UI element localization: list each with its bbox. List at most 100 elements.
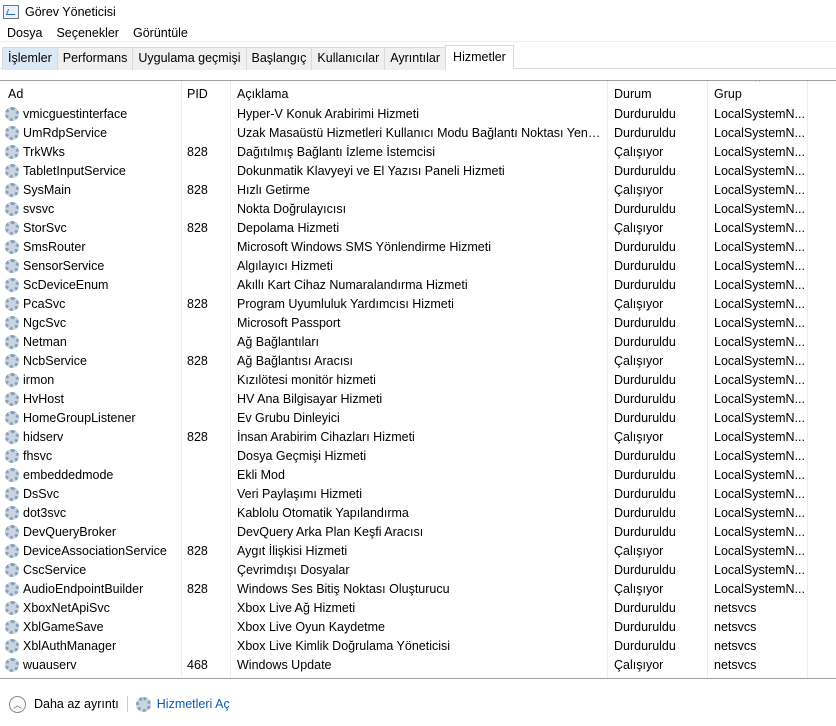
service-pid: 828 xyxy=(187,297,208,311)
table-row[interactable]: XblGameSave Xbox Live Oyun Kaydetme Durdur… xyxy=(0,618,836,637)
service-gear-icon xyxy=(5,544,19,558)
service-gear-icon xyxy=(5,525,19,539)
task-manager-icon xyxy=(3,5,19,19)
open-services-link[interactable]: Hizmetleri Aç xyxy=(157,697,230,711)
table-row[interactable]: SensorService Algılayıcı Hizmeti Durduruld… xyxy=(0,257,836,276)
service-description: Akıllı Kart Cihaz Numaralandırma Hizmeti xyxy=(237,278,468,292)
table-row[interactable]: SysMain 828 Hızlı Getirme Çalışıyor LocalSys… xyxy=(0,181,836,200)
table-row[interactable]: NgcSvc Microsoft Passport Durduruldu LocalS… xyxy=(0,314,836,333)
table-row[interactable]: XblAuthManager Xbox Live Kimlik Doğrulama… xyxy=(0,637,836,656)
service-name: UmRdpService xyxy=(23,126,108,140)
table-row[interactable]: DevQueryBroker DevQuery Arka Plan Keşfi A… xyxy=(0,523,836,542)
table-row[interactable]: fhsvc Dosya Geçmişi Hizmeti Durduruldu Loca… xyxy=(0,447,836,466)
service-name: hidserv xyxy=(23,430,64,444)
table-row[interactable]: dot3svc Kablolu Otomatik Yapılandırma Durd… xyxy=(0,504,836,523)
table-row[interactable]: vmicguestinterface Hyper-V Konuk Arabirim… xyxy=(0,105,836,124)
table-row[interactable]: ScDeviceEnum Akıllı Kart Cihaz Numaraland… xyxy=(0,276,836,295)
table-row[interactable]: wuauserv 468 Windows Update Çalışıyor netsvc… xyxy=(0,656,836,675)
service-group: LocalSystemN... xyxy=(714,373,806,387)
service-description: Microsoft Windows SMS Yönlendirme Hizmet… xyxy=(237,240,492,254)
table-row[interactable]: hidserv 828 İnsan Arabirim Cihazları Hizme… xyxy=(0,428,836,447)
tab-details[interactable]: Ayrıntılar xyxy=(384,47,447,70)
service-name: TrkWks xyxy=(23,145,65,159)
service-name: HomeGroupListener xyxy=(23,411,136,425)
service-pid: 468 xyxy=(187,658,208,672)
service-status: Durduruldu xyxy=(614,373,676,387)
menu-view[interactable]: Görüntüle xyxy=(126,24,195,42)
table-row[interactable]: HomeGroupListener Ev Grubu Dinleyici Durdu… xyxy=(0,409,836,428)
table-row[interactable]: embeddedmode Ekli Mod Durduruldu LocalSyste… xyxy=(0,466,836,485)
service-name: SensorService xyxy=(23,259,105,273)
tab-performance[interactable]: Performans xyxy=(56,47,134,70)
service-group: LocalSystemN... xyxy=(714,259,806,273)
service-group: LocalSystemN... xyxy=(714,145,806,159)
service-name: wuauserv xyxy=(23,658,77,672)
service-name: svsvc xyxy=(23,202,55,216)
service-gear-icon xyxy=(5,164,19,178)
service-status: Durduruldu xyxy=(614,240,676,254)
service-status: Çalışıyor xyxy=(614,183,664,197)
service-name: XblGameSave xyxy=(23,620,104,634)
service-gear-icon xyxy=(5,183,19,197)
service-gear-icon xyxy=(5,297,19,311)
table-row[interactable]: SmsRouter Microsoft Windows SMS Yönlendir… xyxy=(0,238,836,257)
service-description: Algılayıcı Hizmeti xyxy=(237,259,333,273)
table-row[interactable]: CscService Çevrimdışı Dosyalar Durduruldu L… xyxy=(0,561,836,580)
service-group: LocalSystemN... xyxy=(714,430,806,444)
table-row[interactable]: AudioEndpointBuilder 828 Windows Ses Bitiş… xyxy=(0,580,836,599)
table-row[interactable]: DeviceAssociationService 828 Aygıt İlişkis… xyxy=(0,542,836,561)
table-row[interactable]: svsvc Nokta Doğrulayıcısı Durduruldu LocalS… xyxy=(0,200,836,219)
footer: ︿ Daha az ayrıntı Hizmetleri Aç xyxy=(0,692,230,716)
service-group: LocalSystemN... xyxy=(714,449,806,463)
table-row[interactable]: irmon Kızılötesi monitör hizmeti Durduruld… xyxy=(0,371,836,390)
table-row[interactable]: Netman Ağ Bağlantıları Durduruldu LocalSyst… xyxy=(0,333,836,352)
table-row[interactable]: TrkWks 828 Dağıtılmış Bağlantı İzleme İste… xyxy=(0,143,836,162)
menu-options[interactable]: Seçenekler xyxy=(49,24,126,42)
services-table: Ad PID Açıklama Durum Grup ^ vmicguestin… xyxy=(0,80,836,679)
service-group: LocalSystemN... xyxy=(714,164,806,178)
column-header-pid[interactable]: PID xyxy=(187,87,208,101)
chevron-up-icon[interactable]: ︿ xyxy=(9,695,26,713)
service-status: Çalışıyor xyxy=(614,658,664,672)
tab-processes[interactable]: İşlemler xyxy=(2,47,58,70)
table-row[interactable]: NcbService 828 Ağ Bağlantısı Aracısı Çalışı… xyxy=(0,352,836,371)
service-status: Çalışıyor xyxy=(614,354,664,368)
column-header-name[interactable]: Ad xyxy=(8,87,23,101)
table-body: vmicguestinterface Hyper-V Konuk Arabirim… xyxy=(0,105,836,675)
service-group: LocalSystemN... xyxy=(714,563,806,577)
divider xyxy=(126,696,128,712)
column-header-status[interactable]: Durum xyxy=(614,87,652,101)
service-group: LocalSystemN... xyxy=(714,506,806,520)
tab-services[interactable]: Hizmetler xyxy=(445,45,514,70)
table-row[interactable]: TabletInputService Dokunmatik Klavyeyi ve… xyxy=(0,162,836,181)
service-group: LocalSystemN... xyxy=(714,487,806,501)
table-row[interactable]: PcaSvc 828 Program Uyumluluk Yardımcısı Hi… xyxy=(0,295,836,314)
column-header-description[interactable]: Açıklama xyxy=(237,87,288,101)
table-row[interactable]: StorSvc 828 Depolama Hizmeti Çalışıyor Local… xyxy=(0,219,836,238)
service-gear-icon xyxy=(5,145,19,159)
tab-startup[interactable]: Başlangıç xyxy=(245,47,313,70)
service-gear-icon xyxy=(5,506,19,520)
table-row[interactable]: XboxNetApiSvc Xbox Live Ağ Hizmeti Durduru… xyxy=(0,599,836,618)
service-name: embeddedmode xyxy=(23,468,114,482)
table-row[interactable]: DsSvc Veri Paylaşımı Hizmeti Durduruldu Loc… xyxy=(0,485,836,504)
table-row[interactable]: HvHost HV Ana Bilgisayar Hizmeti Durduruld… xyxy=(0,390,836,409)
service-gear-icon xyxy=(5,430,19,444)
tab-users[interactable]: Kullanıcılar xyxy=(311,47,386,70)
menu-file[interactable]: Dosya xyxy=(0,24,49,42)
service-description: İnsan Arabirim Cihazları Hizmeti xyxy=(237,430,415,444)
table-row[interactable]: UmRdpService Uzak Masaüstü Hizmetleri Kul… xyxy=(0,124,836,143)
table-header: Ad PID Açıklama Durum Grup ^ xyxy=(0,81,836,105)
service-description: Veri Paylaşımı Hizmeti xyxy=(237,487,363,501)
column-header-group[interactable]: Grup xyxy=(714,87,742,101)
service-name: CscService xyxy=(23,563,87,577)
service-status: Çalışıyor xyxy=(614,145,664,159)
service-group: LocalSystemN... xyxy=(714,297,806,311)
fewer-details-button[interactable]: Daha az ayrıntı xyxy=(34,697,119,711)
service-gear-icon xyxy=(5,240,19,254)
service-name: DevQueryBroker xyxy=(23,525,117,539)
service-name: SysMain xyxy=(23,183,71,197)
tab-app-history[interactable]: Uygulama geçmişi xyxy=(132,47,247,70)
service-description: Ağ Bağlantısı Aracısı xyxy=(237,354,354,368)
service-status: Çalışıyor xyxy=(614,297,664,311)
